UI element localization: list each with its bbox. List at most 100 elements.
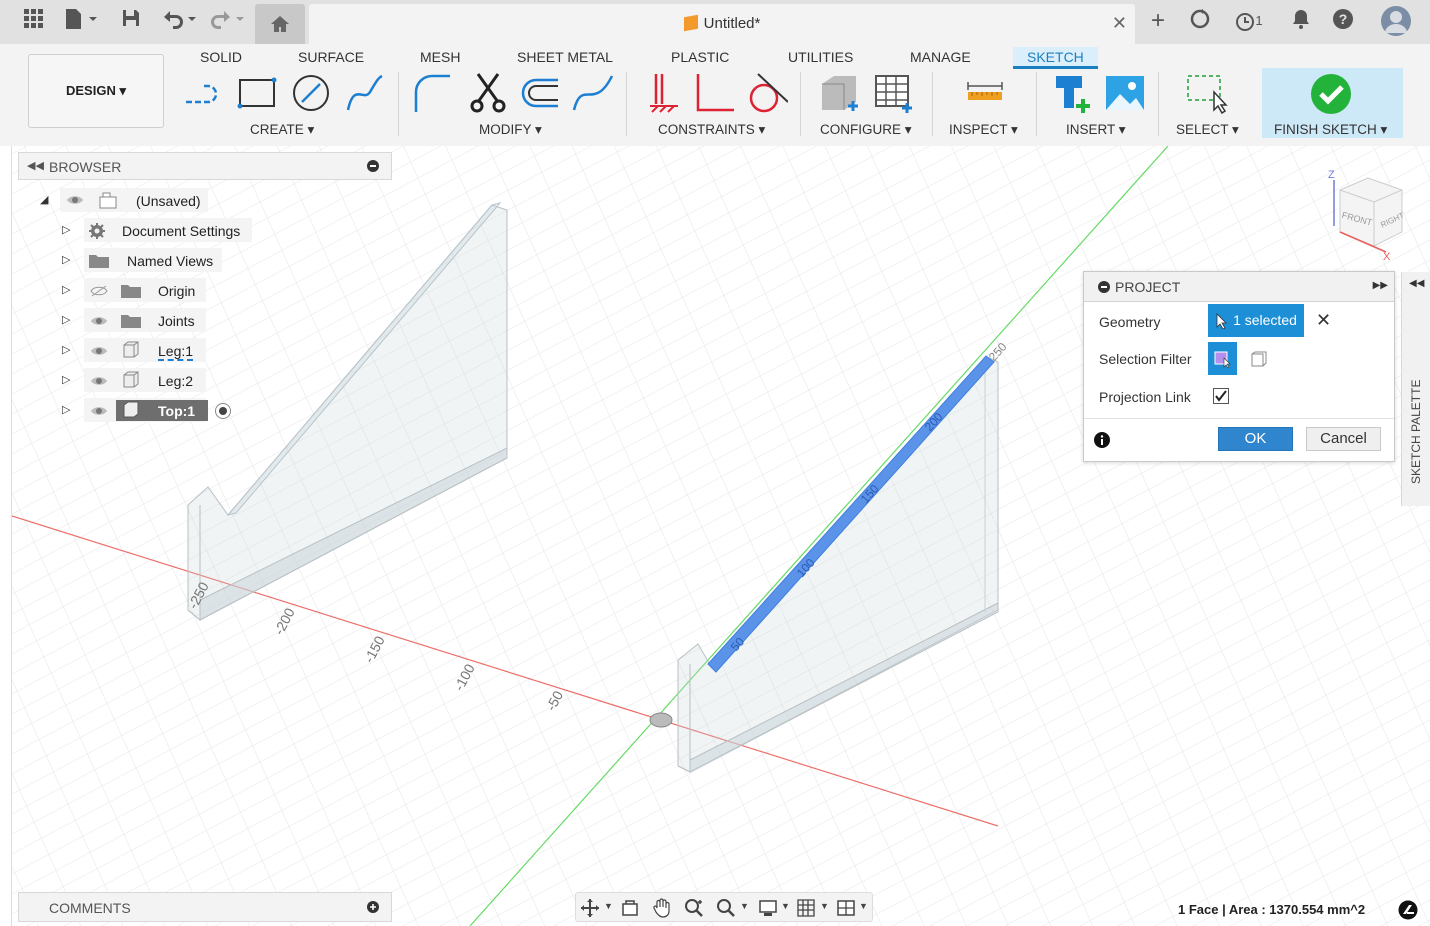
rectangle-tool-icon[interactable] <box>236 72 278 114</box>
configure-box-icon[interactable] <box>818 72 860 114</box>
constraints-menu[interactable]: CONSTRAINTS ▾ <box>658 122 765 138</box>
orbit-icon[interactable] <box>580 898 600 918</box>
hidden-eye-icon[interactable] <box>90 285 108 297</box>
help-icon[interactable]: ? <box>1332 8 1354 34</box>
origin-point[interactable] <box>649 712 673 728</box>
tree-item-joints[interactable]: ▷ Joints <box>58 308 218 334</box>
sync-icon[interactable] <box>1188 8 1212 34</box>
line-tool-icon[interactable] <box>182 72 224 114</box>
tree-item-origin[interactable]: ▷ Origin <box>58 278 218 304</box>
avatar[interactable] <box>1380 5 1412 37</box>
dialog-expand-icon[interactable]: ▶▶ <box>1373 280 1388 291</box>
add-comment-icon[interactable] <box>367 901 379 913</box>
new-tab-icon[interactable]: + <box>1145 8 1171 34</box>
chevron-down-icon[interactable]: ▼ <box>859 901 868 911</box>
filter-bodies-icon[interactable] <box>1248 350 1268 368</box>
insert-component-icon[interactable] <box>1052 72 1094 114</box>
chevron-down-icon[interactable]: ▼ <box>820 901 829 911</box>
filter-specified-entities-button[interactable] <box>1208 342 1237 375</box>
dialog-minimize-icon[interactable] <box>1098 281 1110 293</box>
expand-triangle-icon[interactable]: ▷ <box>62 313 70 326</box>
expand-triangle-icon[interactable]: ▷ <box>62 283 70 296</box>
display-settings-icon[interactable] <box>758 898 778 918</box>
tab-mesh[interactable]: MESH <box>420 47 460 69</box>
file-icon[interactable] <box>64 8 100 34</box>
tree-item-leg-1[interactable]: ▷ Leg:1 <box>58 338 218 364</box>
finish-check-icon[interactable] <box>1310 73 1352 115</box>
visibility-eye-icon[interactable] <box>90 405 108 417</box>
visibility-eye-icon[interactable] <box>90 375 108 387</box>
activate-radio-icon[interactable] <box>214 402 232 420</box>
visibility-eye-icon[interactable] <box>90 345 108 357</box>
expand-triangle-icon[interactable]: ▷ <box>62 253 70 266</box>
workspace-switcher[interactable]: DESIGN ▾ <box>28 54 164 128</box>
expand-triangle-icon[interactable]: ▷ <box>62 223 70 236</box>
tangent-constraint-icon[interactable] <box>746 72 788 114</box>
circle-tool-icon[interactable] <box>290 72 332 114</box>
offset-tool-icon[interactable] <box>518 72 560 114</box>
perpendicular-constraint-icon[interactable] <box>694 72 736 114</box>
home-tab[interactable] <box>255 4 305 44</box>
tree-item-leg-2[interactable]: ▷ Leg:2 <box>58 368 218 394</box>
insert-menu[interactable]: INSERT ▾ <box>1066 122 1126 138</box>
document-tab[interactable]: Untitled* ✕ <box>309 4 1135 44</box>
trim-scissors-icon[interactable] <box>468 72 510 114</box>
visibility-eye-icon[interactable] <box>66 194 84 206</box>
visibility-eye-icon[interactable] <box>90 315 108 327</box>
expand-palette-icon[interactable]: ◀◀ <box>1409 278 1424 289</box>
collapse-triangle-icon[interactable]: ◢ <box>40 193 48 206</box>
geometry-selection-button[interactable]: 1 selected <box>1208 304 1304 337</box>
tab-sheet-metal[interactable]: SHEET METAL <box>517 47 613 69</box>
projection-link-checkbox[interactable] <box>1213 388 1229 404</box>
save-icon[interactable] <box>120 8 142 34</box>
close-tab-icon[interactable]: ✕ <box>1112 13 1127 34</box>
create-menu[interactable]: CREATE ▾ <box>250 122 314 138</box>
browser-minimize-icon[interactable] <box>367 160 379 172</box>
tab-solid[interactable]: SOLID <box>200 47 242 69</box>
viewports-icon[interactable] <box>836 898 856 918</box>
ok-button[interactable]: OK <box>1218 427 1293 451</box>
measure-ruler-icon[interactable] <box>964 72 1006 114</box>
tree-item-named-views[interactable]: ▷ Named Views <box>58 248 238 274</box>
finish-sketch-menu[interactable]: FINISH SKETCH ▾ <box>1274 122 1387 138</box>
autodesk-logo-icon[interactable] <box>1398 900 1418 920</box>
zoom-icon[interactable] <box>684 898 704 918</box>
fix-constraint-icon[interactable] <box>642 72 684 114</box>
tab-surface[interactable]: SURFACE <box>298 47 364 69</box>
redo-icon[interactable] <box>208 8 246 34</box>
info-icon[interactable] <box>1094 432 1110 448</box>
insert-image-icon[interactable] <box>1104 72 1146 114</box>
inspect-menu[interactable]: INSPECT ▾ <box>949 122 1018 138</box>
grid-settings-icon[interactable] <box>796 898 816 918</box>
clear-selection-icon[interactable]: ✕ <box>1316 310 1331 331</box>
configure-table-icon[interactable] <box>872 72 914 114</box>
tree-item-document-settings[interactable]: ▷ Document Settings <box>58 218 258 244</box>
pan-hand-icon[interactable] <box>652 898 672 918</box>
expand-triangle-icon[interactable]: ▷ <box>62 373 70 386</box>
tab-sketch[interactable]: SKETCH <box>1013 47 1098 69</box>
curve-tool-icon[interactable] <box>572 72 614 114</box>
undo-icon[interactable] <box>160 8 198 34</box>
expand-triangle-icon[interactable]: ▷ <box>62 403 70 416</box>
collapse-browser-icon[interactable]: ◀◀ <box>27 159 44 172</box>
select-menu[interactable]: SELECT ▾ <box>1176 122 1239 138</box>
tab-utilities[interactable]: UTILITIES <box>788 47 853 69</box>
tree-item-root[interactable]: ◢ (Unsaved) <box>38 188 218 214</box>
notifications-icon[interactable] <box>1290 8 1312 34</box>
chevron-down-icon[interactable]: ▼ <box>781 901 790 911</box>
select-window-icon[interactable] <box>1186 72 1228 114</box>
jobs-icon[interactable]: 1 <box>1230 8 1268 34</box>
chevron-down-icon[interactable]: ▼ <box>740 901 749 911</box>
configure-menu[interactable]: CONFIGURE ▾ <box>820 122 912 138</box>
chevron-down-icon[interactable]: ▼ <box>604 901 613 911</box>
look-at-icon[interactable] <box>620 898 640 918</box>
expand-triangle-icon[interactable]: ▷ <box>62 343 70 356</box>
spline-tool-icon[interactable] <box>344 72 386 114</box>
tree-item-top-1[interactable]: ▷ Top:1 <box>58 398 248 424</box>
fillet-tool-icon[interactable] <box>412 72 454 114</box>
modify-menu[interactable]: MODIFY ▾ <box>479 122 542 138</box>
cancel-button[interactable]: Cancel <box>1306 427 1381 451</box>
tab-manage[interactable]: MANAGE <box>910 47 971 69</box>
sketch-palette-tab[interactable]: ◀◀ SKETCH PALETTE <box>1401 272 1430 506</box>
zoom-window-icon[interactable] <box>716 898 736 918</box>
